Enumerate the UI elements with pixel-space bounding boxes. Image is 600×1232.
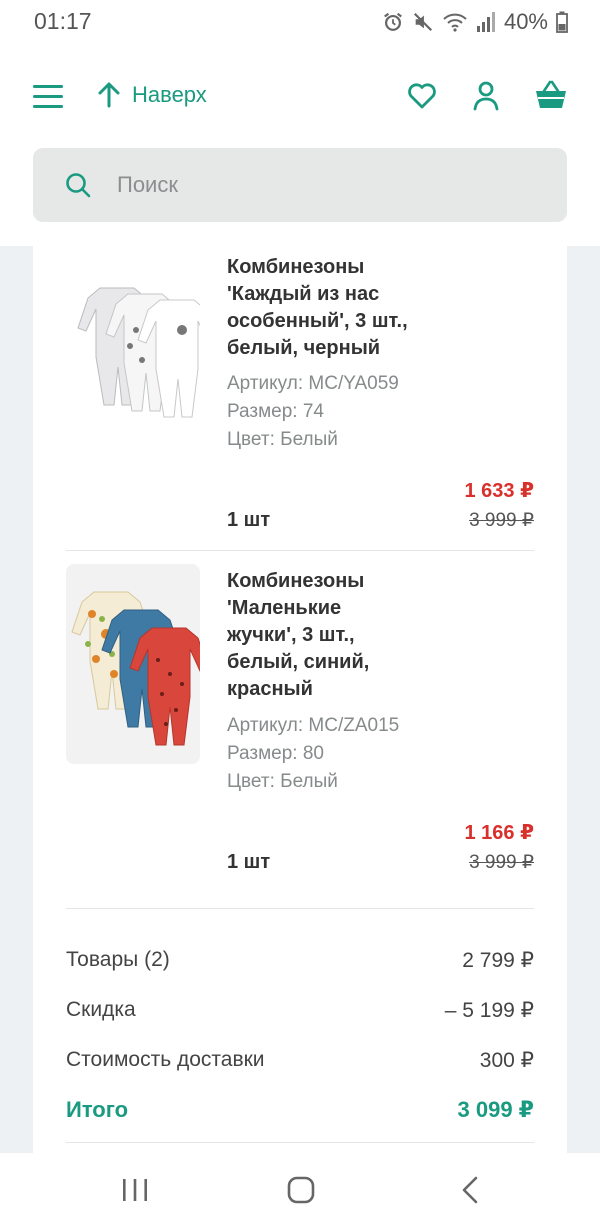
- product-meta: Артикул: MC/YA059 Размер: 74 Цвет: Белый: [227, 370, 399, 454]
- summary-delivery-label: Стоимость доставки: [66, 1048, 265, 1071]
- product-size: Размер: 74: [227, 401, 324, 422]
- summary-delivery-value: 300 ₽: [479, 1049, 534, 1072]
- summary-discount-row: Скидка – 5 199 ₽: [66, 998, 534, 1028]
- summary-delivery-row: Стоимость доставки 300 ₽: [66, 1048, 534, 1078]
- divider: [66, 550, 534, 551]
- product-image[interactable]: [66, 564, 209, 764]
- summary-total-label: Итого: [66, 1097, 129, 1122]
- summary-discount-value: – 5 199 ₽: [444, 999, 534, 1022]
- summary-goods-row: Товары (2) 2 799 ₽: [66, 948, 534, 978]
- divider: [66, 1142, 534, 1143]
- status-time: 01:17: [34, 8, 92, 34]
- product-image[interactable]: [66, 250, 217, 450]
- search-icon: [66, 173, 91, 198]
- product-old-price: 3 999 ₽: [469, 510, 534, 531]
- product-old-price: 3 999 ₽: [469, 852, 534, 873]
- wifi-icon: [443, 13, 467, 32]
- signal-icon: [476, 12, 495, 32]
- hamburger-menu-icon[interactable]: [33, 85, 63, 109]
- content-area[interactable]: Комбинезоны 'Каждый из нас особенный', 3…: [0, 246, 600, 1153]
- heart-icon[interactable]: [406, 80, 438, 117]
- product-color: Цвет: Белый: [227, 429, 338, 450]
- product-meta: Артикул: MC/ZA015 Размер: 80 Цвет: Белый: [227, 712, 399, 796]
- user-icon[interactable]: [470, 80, 502, 117]
- home-icon[interactable]: [286, 1175, 316, 1210]
- product-size: Размер: 80: [227, 743, 324, 764]
- product-title[interactable]: Комбинезоны 'Каждый из нас особенный', 3…: [227, 254, 527, 362]
- cart-item: Комбинезоны 'Маленькие жучки', 3 шт., бе…: [66, 564, 534, 894]
- status-bar: 01:17 40%: [0, 0, 600, 44]
- to-top-label: Наверх: [132, 82, 207, 107]
- summary-goods-value: 2 799 ₽: [462, 949, 534, 972]
- arrow-up-icon: [98, 82, 120, 108]
- product-color: Цвет: Белый: [227, 771, 338, 792]
- search-box[interactable]: [33, 148, 567, 222]
- divider: [66, 908, 534, 909]
- product-price: 1 166 ₽: [464, 822, 534, 844]
- system-nav-bar: [0, 1153, 600, 1232]
- recents-icon[interactable]: [120, 1175, 150, 1210]
- battery-percentage: 40%: [503, 9, 548, 34]
- search-input[interactable]: [117, 148, 537, 222]
- back-icon[interactable]: [456, 1175, 486, 1210]
- order-card: Комбинезоны 'Каждый из нас особенный', 3…: [33, 246, 567, 1153]
- product-quantity: 1 шт: [227, 509, 271, 531]
- product-article: Артикул: MC/YA059: [227, 373, 399, 394]
- summary-goods-label: Товары (2): [66, 948, 170, 971]
- status-icons: 40%: [382, 9, 568, 35]
- summary-total-row: Итого 3 099 ₽: [66, 1097, 534, 1127]
- to-top-button[interactable]: Наверх: [98, 82, 207, 108]
- alarm-icon: [384, 12, 402, 31]
- summary-total-value: 3 099 ₽: [457, 1097, 534, 1122]
- product-price: 1 633 ₽: [464, 480, 534, 502]
- summary-discount-label: Скидка: [66, 998, 136, 1021]
- product-article: Артикул: MC/ZA015: [227, 715, 400, 736]
- product-title[interactable]: Комбинезоны 'Маленькие жучки', 3 шт., бе…: [227, 568, 527, 703]
- app-header: Наверх: [0, 44, 600, 244]
- cart-item: Комбинезоны 'Каждый из нас особенный', 3…: [66, 246, 534, 546]
- basket-icon[interactable]: [534, 80, 568, 117]
- battery-icon: [556, 11, 568, 33]
- product-quantity: 1 шт: [227, 851, 271, 873]
- mute-icon: [413, 12, 432, 32]
